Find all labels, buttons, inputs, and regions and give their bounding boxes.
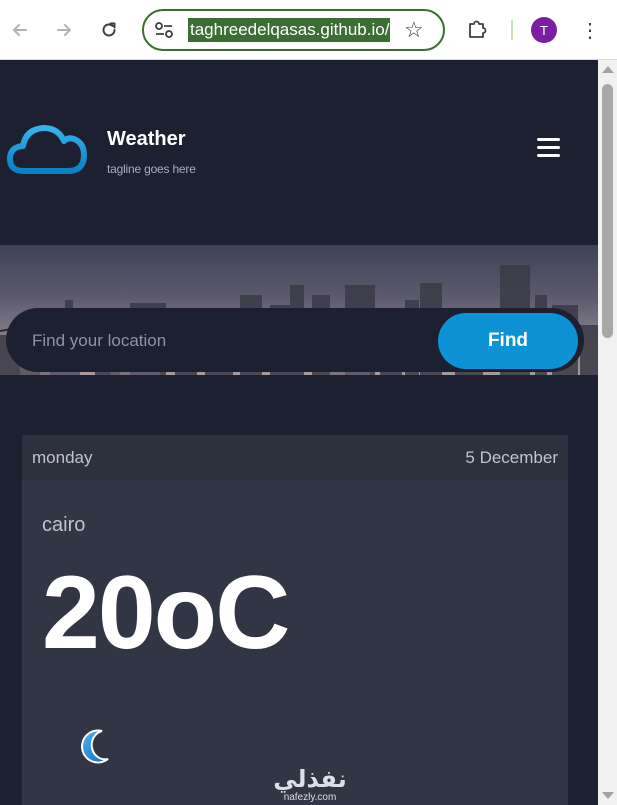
kebab-menu-icon[interactable]: ⋮	[578, 16, 602, 44]
forward-button[interactable]	[50, 16, 78, 44]
forecast-card-header: monday 5 December	[22, 435, 568, 480]
find-button[interactable]: Find	[438, 313, 578, 369]
watermark-logo: نفذلي nafezly.com	[268, 766, 352, 805]
site-tagline: tagline goes here	[107, 162, 196, 176]
reload-icon	[102, 22, 116, 37]
extensions-puzzle-icon[interactable]	[466, 18, 488, 40]
temperature-value: 20oC	[42, 555, 290, 671]
url-text[interactable]: taghreedelqasas.github.io/	[188, 18, 390, 42]
reload-button[interactable]	[95, 16, 123, 44]
watermark-arabic-text: نفذلي	[273, 765, 347, 793]
scroll-up-arrow[interactable]	[602, 66, 614, 73]
page-scrollbar[interactable]	[598, 60, 617, 805]
site-info-icon[interactable]	[154, 21, 174, 39]
browser-toolbar: taghreedelqasas.github.io/ ☆ T ⋮	[0, 0, 617, 60]
search-bar: Find	[6, 308, 584, 372]
page-viewport: Weather tagline goes here Find your loca…	[0, 60, 598, 805]
back-button[interactable]	[6, 16, 34, 44]
location-search-input[interactable]	[32, 328, 412, 354]
scroll-thumb[interactable]	[602, 84, 613, 338]
forward-arrow-icon	[57, 24, 71, 36]
forecast-date: 5 December	[465, 448, 558, 467]
scroll-down-arrow[interactable]	[602, 792, 614, 799]
hamburger-menu-icon[interactable]	[537, 138, 560, 158]
toolbar-divider	[511, 20, 513, 40]
watermark-latin-text: nafezly.com	[283, 792, 337, 803]
bookmark-star-icon[interactable]: ☆	[404, 17, 424, 43]
cloud-icon	[7, 125, 87, 174]
moon-icon	[81, 729, 109, 764]
location-name: cairo	[42, 514, 86, 536]
site-title[interactable]: Weather	[107, 128, 186, 151]
profile-avatar[interactable]: T	[531, 17, 557, 43]
forecast-day: monday	[32, 448, 93, 467]
back-arrow-icon	[13, 24, 27, 36]
forecast-card: monday 5 December cairo 20oC	[22, 435, 568, 805]
address-bar[interactable]: taghreedelqasas.github.io/ ☆	[142, 9, 445, 51]
